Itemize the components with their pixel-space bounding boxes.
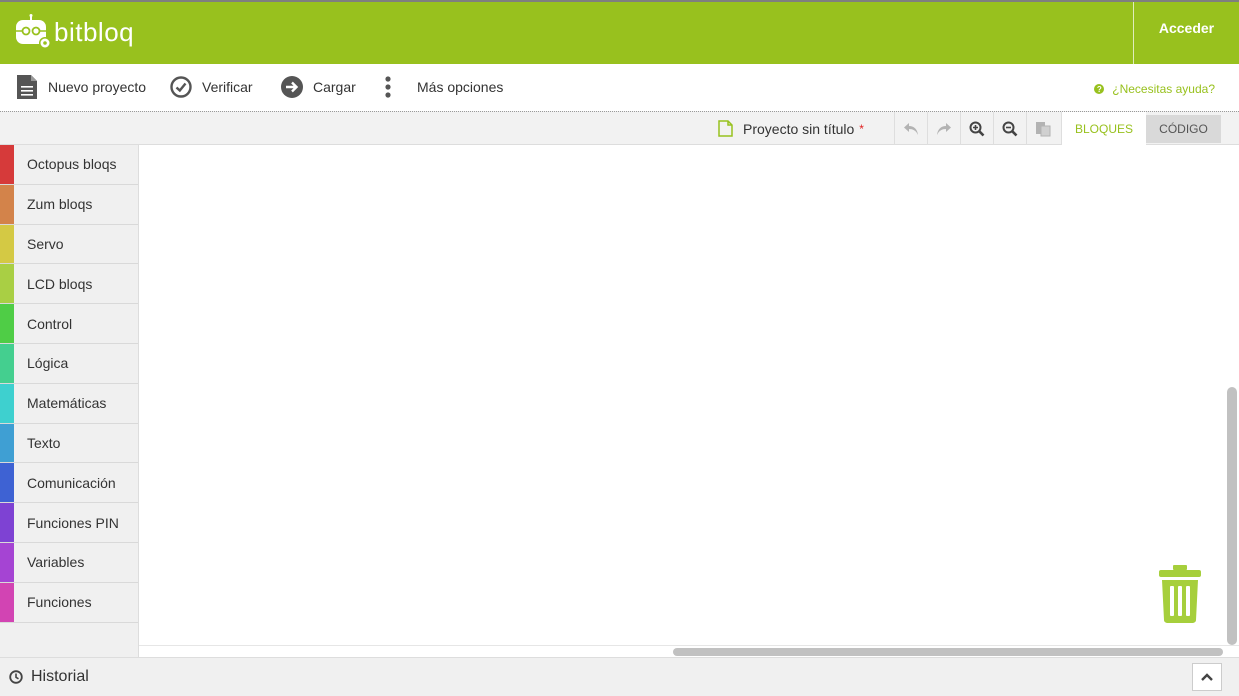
zoom-out-icon <box>1002 121 1018 136</box>
more-options-button[interactable]: Más opciones <box>384 74 503 100</box>
category-octopus-bloqs[interactable]: Octopus bloqs <box>0 145 138 185</box>
category-color-stripe <box>0 383 14 423</box>
category-label: Funciones <box>27 594 92 611</box>
app-name: bitbloq <box>54 16 135 47</box>
verify-button[interactable]: Verificar <box>170 74 253 100</box>
robot-logo-icon <box>14 14 52 50</box>
category-color-stripe <box>0 503 14 542</box>
category-color-stripe <box>0 224 14 264</box>
category-label: Texto <box>27 434 61 451</box>
category-label: Variables <box>27 554 85 571</box>
category-color-stripe <box>0 463 14 503</box>
check-circle-icon <box>170 76 192 98</box>
undo-button[interactable] <box>894 112 927 145</box>
category-label: Zum bloqs <box>27 196 93 213</box>
bitbloq-logo[interactable]: bitbloq <box>14 14 134 50</box>
category-funciones-pin[interactable]: Funciones PIN <box>0 503 138 543</box>
chevron-up-icon <box>1201 673 1213 681</box>
paste-button[interactable] <box>1026 112 1059 145</box>
category-funciones[interactable]: Funciones <box>0 582 138 623</box>
paste-icon <box>1036 121 1051 136</box>
category-servo[interactable]: Servo <box>0 224 138 265</box>
editor-tabs-bar: Proyecto sin título * BLOQUES CÓDIGO <box>0 111 1239 146</box>
clock-icon <box>9 670 23 684</box>
block-categories-sidebar: Octopus bloqs Zum bloqs Servo LCD bloqs … <box>0 145 139 657</box>
zoom-out-button[interactable] <box>993 112 1026 145</box>
category-texto[interactable]: Texto <box>0 423 138 464</box>
history-toggle[interactable]: Historial <box>9 668 89 686</box>
category-label: LCD bloqs <box>27 275 93 292</box>
top-header: bitbloq Acceder <box>0 0 1239 64</box>
upload-button[interactable]: Cargar <box>281 74 356 100</box>
category-color-stripe <box>0 582 14 622</box>
category-matematicas[interactable]: Matemáticas <box>0 383 138 424</box>
file-icon <box>718 120 733 137</box>
category-color-stripe <box>0 145 14 184</box>
arrow-right-circle-icon <box>281 76 303 98</box>
more-options-label: Más opciones <box>417 79 504 95</box>
main-toolbar: Nuevo proyecto Verificar Cargar Más opci… <box>0 64 1239 112</box>
category-label: Octopus bloqs <box>27 156 117 173</box>
category-label: Comunicación <box>27 474 116 491</box>
login-button[interactable]: Acceder <box>1133 2 1239 64</box>
undo-icon <box>904 122 918 135</box>
category-variables[interactable]: Variables <box>0 542 138 583</box>
category-color-stripe <box>0 304 14 343</box>
category-color-stripe <box>0 542 14 582</box>
upload-label: Cargar <box>313 79 356 95</box>
vertical-scrollbar[interactable] <box>1227 387 1237 645</box>
new-project-label: Nuevo proyecto <box>48 79 147 95</box>
category-color-stripe <box>0 264 14 304</box>
category-comunicacion[interactable]: Comunicación <box>0 463 138 504</box>
category-color-stripe <box>0 423 14 463</box>
zoom-in-icon <box>969 121 985 136</box>
history-label: Historial <box>31 668 89 685</box>
expand-history-button[interactable] <box>1192 663 1222 691</box>
unsaved-marker: * <box>859 121 864 136</box>
verify-label: Verificar <box>202 79 253 95</box>
category-label: Servo <box>27 235 64 252</box>
category-lcd-bloqs[interactable]: LCD bloqs <box>0 264 138 305</box>
category-label: Funciones PIN <box>27 514 119 531</box>
blocks-workspace[interactable] <box>139 145 1239 657</box>
horizontal-scrollbar[interactable] <box>673 648 1223 656</box>
document-icon <box>17 75 37 99</box>
history-bar: Historial <box>0 657 1239 696</box>
tab-code[interactable]: CÓDIGO <box>1146 115 1221 143</box>
redo-button[interactable] <box>927 112 960 145</box>
redo-icon <box>937 122 951 135</box>
zoom-in-button[interactable] <box>960 112 993 145</box>
trash-icon[interactable] <box>1158 565 1202 628</box>
help-link[interactable]: ? ¿Necesitas ayuda? <box>1094 82 1215 96</box>
category-label: Lógica <box>27 355 69 372</box>
question-icon: ? <box>1094 84 1105 94</box>
new-project-button[interactable]: Nuevo proyecto <box>16 74 146 100</box>
project-title-text: Proyecto sin título <box>743 120 855 137</box>
category-color-stripe <box>0 184 14 224</box>
project-title[interactable]: Proyecto sin título * <box>718 120 864 137</box>
category-logica[interactable]: Lógica <box>0 343 138 384</box>
category-zum-bloqs[interactable]: Zum bloqs <box>0 184 138 225</box>
category-color-stripe <box>0 343 14 383</box>
help-label: ¿Necesitas ayuda? <box>1112 82 1215 96</box>
vertical-dots-icon <box>385 76 391 98</box>
category-label: Matemáticas <box>27 395 107 412</box>
category-label: Control <box>27 315 73 332</box>
tab-blocks[interactable]: BLOQUES <box>1061 112 1146 146</box>
category-control[interactable]: Control <box>0 304 138 344</box>
